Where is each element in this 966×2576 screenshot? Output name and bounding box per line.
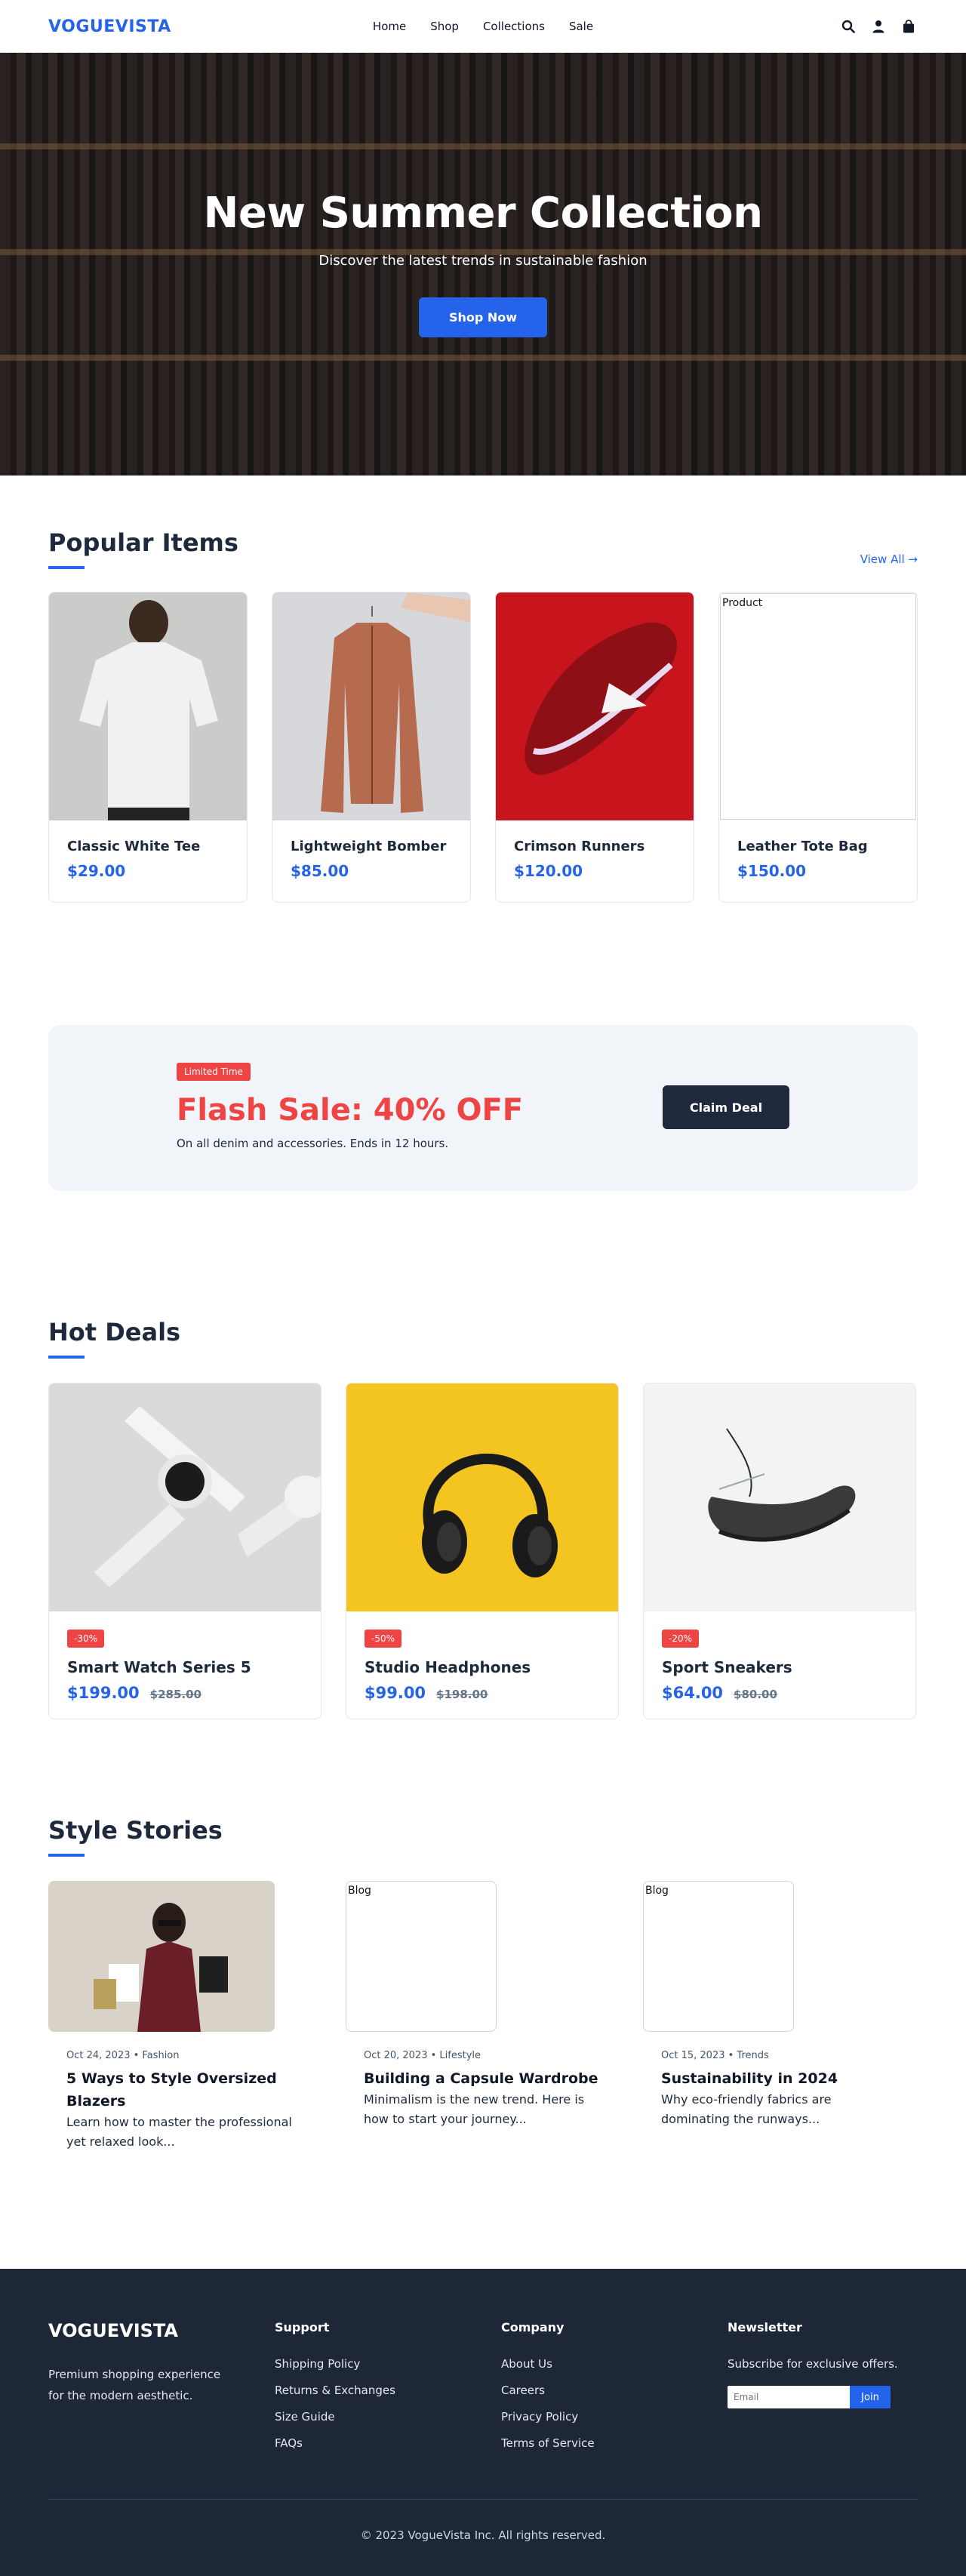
product-price: $150.00 [737,862,807,880]
deal-image-watch[interactable] [49,1383,321,1611]
discount-badge: -30% [67,1630,105,1648]
blog-excerpt: Minimalism is the new trend. Here is how… [364,2092,585,2126]
main-nav: Home Shop Collections Sale [373,20,593,33]
deal-card[interactable]: -20% Sport Sneakers $64.00 $80.00 [643,1383,916,1719]
site-header: VOGUEVISTA Home Shop Collections Sale [0,0,966,53]
product-card[interactable]: Classic White Tee $29.00 [48,592,248,903]
broken-image-icon[interactable]: Blog [643,1881,794,2032]
blog-title[interactable]: Sustainability in 2024 [661,2067,898,2090]
product-card[interactable]: Product Leather Tote Bag $150.00 [718,592,918,903]
broken-image-icon[interactable]: Product [720,593,916,820]
blog-image-blazer[interactable] [48,1881,275,2032]
copyright: © 2023 VogueVista Inc. All rights reserv… [360,2528,606,2542]
hero-bg-shelf [0,143,966,149]
section-title: Hot Deals [48,1318,181,1346]
footer-description: Premium shopping experience for the mode… [48,2368,221,2402]
flash-sale-title: Flash Sale: 40% OFF [177,1093,524,1128]
broken-image-icon[interactable]: Blog [346,1881,497,2032]
site-footer: VOGUEVISTA Premium shopping experience f… [0,2269,966,2576]
footer-logo[interactable]: VOGUEVISTA [48,2320,275,2341]
deal-card[interactable]: -30% Smart Watch Series 5 $199.00 $285.0… [48,1383,321,1719]
deal-price: $99.00 [365,1684,426,1702]
newsletter-text: Subscribe for exclusive offers. [728,2357,898,2371]
deal-name: Sport Sneakers [662,1658,792,1676]
section-title: Popular Items [48,528,238,557]
claim-deal-button[interactable]: Claim Deal [663,1085,789,1129]
product-name: Classic White Tee [67,839,201,854]
hot-deals-section: Hot Deals -30% Smart Watch Series 5 $199… [48,1318,918,1719]
logo[interactable]: VOGUEVISTA [48,17,171,36]
blog-excerpt: Why eco-friendly fabrics are dominating … [661,2092,832,2126]
blog-card[interactable]: Oct 24, 2023 • Fashion 5 Ways to Style O… [48,1881,321,2152]
deal-price: $199.00 [67,1684,140,1702]
blog-excerpt: Learn how to master the professional yet… [66,2115,292,2149]
blog-meta: Oct 20, 2023 • Lifestyle [364,2050,481,2061]
product-price: $120.00 [514,862,583,880]
product-image-tee[interactable] [49,592,247,820]
user-icon[interactable] [869,17,888,35]
original-price: $80.00 [734,1688,777,1701]
footer-link[interactable]: Terms of Service [501,2436,728,2450]
hero-banner: New Summer Collection Discover the lates… [0,53,966,475]
discount-badge: -50% [365,1630,402,1648]
footer-heading-company: Company [501,2320,565,2334]
footer-divider [48,2499,918,2500]
blog-title[interactable]: Building a Capsule Wardrobe [364,2067,601,2090]
flash-sale-text: On all denim and accessories. Ends in 12… [177,1137,449,1150]
product-card[interactable]: Lightweight Bomber $85.00 [272,592,471,903]
footer-link[interactable]: Careers [501,2384,728,2397]
footer-link[interactable]: Privacy Policy [501,2410,728,2424]
deal-name: Studio Headphones [365,1658,531,1676]
blog-meta: Oct 24, 2023 • Fashion [66,2050,180,2061]
flash-sale-banner: Limited Time Flash Sale: 40% OFF On all … [48,1025,918,1191]
shop-now-button[interactable]: Shop Now [418,297,548,337]
deal-image-sneakers[interactable] [644,1383,915,1611]
section-title: Style Stories [48,1816,223,1845]
nav-shop[interactable]: Shop [430,20,459,33]
limited-time-badge: Limited Time [177,1063,251,1081]
blog-card[interactable]: Blog Oct 20, 2023 • Lifestyle Building a… [346,1881,619,2152]
discount-badge: -20% [662,1630,700,1648]
product-card[interactable]: Crimson Runners $120.00 [495,592,694,903]
product-price: $85.00 [291,862,349,880]
popular-items-section: Popular Items View All → Classic White T… [48,475,918,903]
footer-link[interactable]: Shipping Policy [275,2357,501,2371]
product-image-bomber[interactable] [272,592,470,820]
deal-name: Smart Watch Series 5 [67,1658,251,1676]
view-all-link[interactable]: View All → [860,552,918,566]
hero-subtitle: Discover the latest trends in sustainabl… [318,253,648,269]
deal-price: $64.00 [662,1684,724,1702]
product-price: $29.00 [67,862,126,880]
title-underline [48,1854,85,1857]
nav-collections[interactable]: Collections [483,20,545,33]
footer-link[interactable]: Size Guide [275,2410,501,2424]
original-price: $198.00 [436,1688,488,1701]
footer-heading-support: Support [275,2320,330,2334]
title-underline [48,1356,85,1359]
product-name: Crimson Runners [514,839,645,854]
product-name: Lightweight Bomber [291,839,447,854]
nav-sale[interactable]: Sale [569,20,593,33]
footer-link[interactable]: FAQs [275,2436,501,2450]
email-input[interactable] [728,2386,850,2408]
product-name: Leather Tote Bag [737,839,868,854]
title-underline [48,566,85,569]
nav-home[interactable]: Home [373,20,406,33]
product-image-runners[interactable] [496,592,694,820]
footer-link[interactable]: About Us [501,2357,728,2371]
bag-icon[interactable] [900,17,918,35]
hero-title: New Summer Collection [203,189,763,238]
blog-card[interactable]: Blog Oct 15, 2023 • Trends Sustainabilit… [643,1881,916,2152]
blog-title[interactable]: 5 Ways to Style Oversized Blazers [66,2067,303,2113]
deal-image-headphones[interactable] [346,1383,618,1611]
search-icon[interactable] [839,17,857,35]
footer-link[interactable]: Returns & Exchanges [275,2384,501,2397]
original-price: $285.00 [149,1688,202,1701]
hero-bg-shelf [0,355,966,361]
footer-heading-newsletter: Newsletter [728,2320,802,2334]
style-stories-section: Style Stories Oct 24, 2023 • Fashion 5 W… [48,1816,918,2152]
blog-meta: Oct 15, 2023 • Trends [661,2050,769,2061]
join-button[interactable]: Join [850,2386,891,2408]
deal-card[interactable]: -50% Studio Headphones $99.00 $198.00 [346,1383,619,1719]
